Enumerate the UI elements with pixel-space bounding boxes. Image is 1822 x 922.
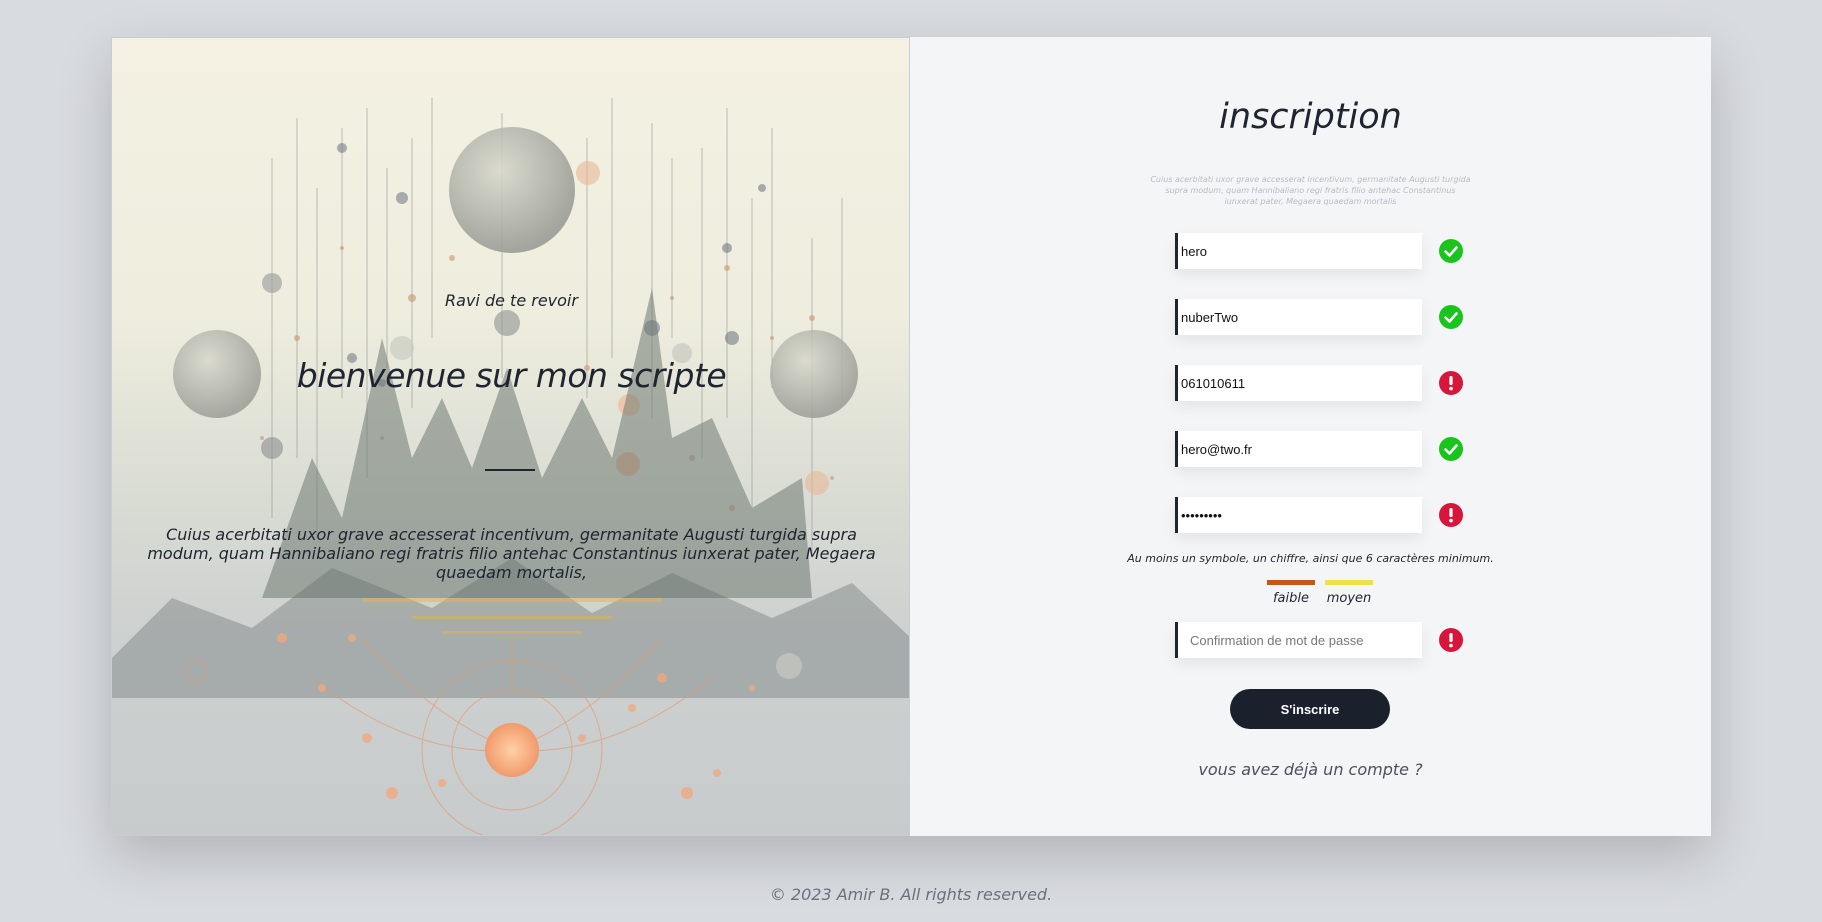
confirm-password-input[interactable] (1175, 622, 1422, 658)
phone-row (1175, 365, 1465, 401)
welcome-greeting: Ravi de te revoir (445, 291, 578, 310)
email-row (1175, 431, 1465, 467)
error-icon (1439, 371, 1463, 395)
welcome-paragraph: Cuius acerbitati uxor grave accesserat i… (147, 525, 876, 582)
background-illustration (112, 98, 909, 835)
signup-button[interactable]: S'inscrire (1230, 689, 1390, 729)
strength-weak-bar (1267, 580, 1315, 585)
footer-copyright: © 2023 Amir B. All rights reserved. (769, 885, 1053, 904)
strength-weak-label: faible (1272, 591, 1310, 606)
lastname-row (1175, 299, 1465, 335)
password-row (1175, 497, 1465, 533)
welcome-headline: bienvenue sur mon scripte (296, 356, 727, 395)
email-input[interactable] (1175, 431, 1422, 467)
headline-divider (485, 469, 535, 471)
error-icon (1439, 628, 1463, 652)
username-row (1175, 233, 1465, 269)
check-icon (1439, 305, 1463, 329)
check-icon (1439, 239, 1463, 263)
strength-medium-label: moyen (1326, 591, 1372, 606)
signup-card: Ravi de te revoir bienvenue sur mon scri… (111, 37, 1711, 836)
form-title: inscription (1219, 97, 1402, 137)
strength-medium-bar (1325, 580, 1373, 585)
confirm-row (1175, 622, 1465, 658)
phone-input[interactable] (1175, 365, 1422, 401)
signup-panel: inscription Cuius acerbitati uxor grave … (910, 37, 1711, 836)
username-input[interactable] (1175, 233, 1422, 269)
error-icon (1439, 503, 1463, 527)
welcome-panel: Ravi de te revoir bienvenue sur mon scri… (111, 37, 910, 836)
login-link[interactable]: vous avez déjà un compte ? (910, 760, 1711, 779)
form-description: Cuius acerbitati uxor grave accesserat i… (1150, 175, 1471, 206)
check-icon (1439, 437, 1463, 461)
strength-weak: faible (1261, 580, 1321, 606)
lastname-input[interactable] (1175, 299, 1422, 335)
password-input[interactable] (1175, 497, 1422, 533)
strength-medium: moyen (1319, 580, 1379, 606)
password-hint: Au moins un symbole, un chiffre, ainsi q… (1127, 552, 1494, 565)
